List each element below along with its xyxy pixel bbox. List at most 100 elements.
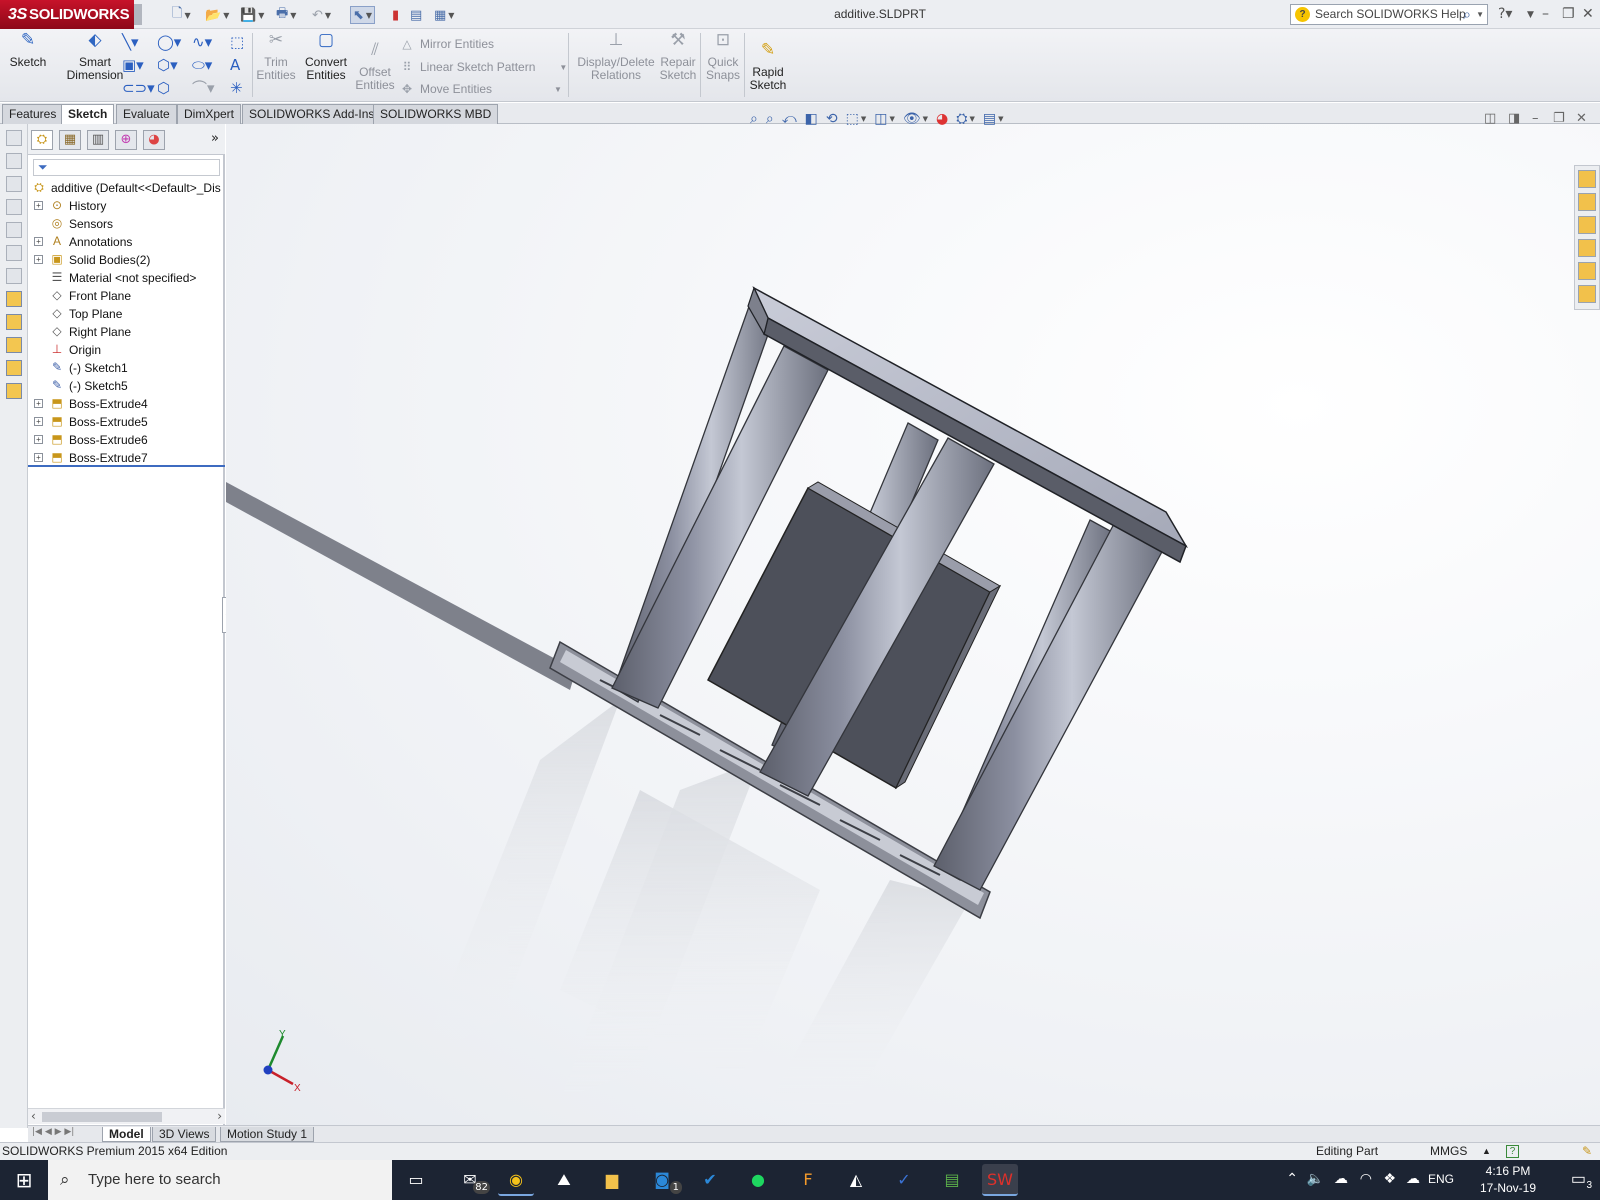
- viewport-tile-icon[interactable]: ◫: [1484, 111, 1496, 126]
- section-view-icon[interactable]: ◧: [805, 111, 818, 127]
- repair-sketch-button[interactable]: ⚒ Repair Sketch: [658, 31, 698, 82]
- app-icon[interactable]: ✓: [886, 1164, 922, 1196]
- chrome-icon[interactable]: ◉: [498, 1164, 534, 1196]
- tab-evaluate[interactable]: Evaluate: [116, 104, 177, 124]
- tree-root-part[interactable]: ⛭ additive (Default<<Default>_Dis: [28, 179, 225, 197]
- spotify-icon[interactable]: ●: [740, 1164, 776, 1196]
- chevron-down-icon[interactable]: ▼: [969, 115, 974, 123]
- tab-3d-views[interactable]: 3D Views: [152, 1127, 217, 1142]
- expand-icon[interactable]: +: [34, 237, 43, 246]
- expand-icon[interactable]: +: [34, 399, 43, 408]
- undo-icon[interactable]: ↶ ▼: [312, 6, 331, 24]
- tree-item[interactable]: + A Annotations: [28, 233, 225, 251]
- model-view[interactable]: Y X: [226, 124, 1600, 1128]
- linear-sketch-pattern-button[interactable]: ⠿ Linear Sketch Pattern ▼: [400, 60, 568, 74]
- taskbar-search-input[interactable]: ⌕ Type here to search: [48, 1160, 392, 1200]
- new-document-icon[interactable]: 🗋 ▼: [172, 6, 191, 24]
- view-icon[interactable]: [5, 153, 22, 169]
- scroll-right-icon[interactable]: ›: [217, 1109, 222, 1123]
- view-icon[interactable]: [5, 222, 22, 238]
- mail-icon[interactable]: ✉ 82: [452, 1164, 490, 1196]
- close-icon[interactable]: ✕: [1582, 6, 1594, 22]
- relations-icon[interactable]: [5, 337, 22, 353]
- expand-icon[interactable]: +: [34, 417, 43, 426]
- rapid-sketch-button[interactable]: ✎ Rapid Sketch: [748, 41, 788, 92]
- move-entities-button[interactable]: ✥ Move Entities ▼: [400, 82, 562, 96]
- chart-app-icon[interactable]: ▤: [934, 1164, 970, 1196]
- restore-icon[interactable]: ❐: [1562, 6, 1575, 22]
- sketch-button[interactable]: ✎ Sketch: [8, 31, 48, 69]
- chevron-up-icon[interactable]: ⌃: [1286, 1170, 1298, 1187]
- rebuild-status-icon[interactable]: ✎: [1582, 1143, 1592, 1160]
- tree-item[interactable]: + ⬒ Boss-Extrude6: [28, 431, 225, 449]
- display-manager-tab-icon[interactable]: ◕: [143, 130, 165, 150]
- rollback-bar[interactable]: [28, 465, 225, 467]
- polygon-icon[interactable]: ⬡▾: [157, 56, 178, 74]
- photos-icon[interactable]: ⛰: [546, 1164, 582, 1196]
- chevron-down-icon[interactable]: ▼: [1476, 5, 1484, 24]
- rebuild-icon[interactable]: ▮: [392, 6, 399, 24]
- onedrive-icon[interactable]: ☁: [1406, 1170, 1420, 1187]
- help-icon[interactable]: ?▾: [1498, 6, 1512, 22]
- solidworks-resources-icon[interactable]: [1578, 170, 1596, 188]
- property-manager-tab-icon[interactable]: ▦: [59, 130, 81, 150]
- notifications-icon[interactable]: ▭: [1571, 1169, 1586, 1189]
- file-properties-icon[interactable]: ▤: [410, 6, 422, 24]
- expand-icon[interactable]: +: [34, 201, 43, 210]
- rectangle-icon[interactable]: ▣▾: [122, 56, 144, 74]
- spline-icon[interactable]: ∿▾: [192, 33, 212, 51]
- save-icon[interactable]: 💾 ▼: [240, 6, 264, 24]
- cloud-icon[interactable]: ☁: [1334, 1170, 1348, 1187]
- tree-item[interactable]: ✎ (-) Sketch5: [28, 377, 225, 395]
- tree-item[interactable]: ✎ (-) Sketch1: [28, 359, 225, 377]
- inkscape-icon[interactable]: ◭: [838, 1164, 874, 1196]
- ellipse-icon[interactable]: ⬭▾: [192, 56, 212, 74]
- viewport-close-icon[interactable]: ✕: [1576, 111, 1587, 126]
- volume-icon[interactable]: 🔈: [1307, 1170, 1324, 1187]
- display-style-icon[interactable]: ◫: [874, 111, 887, 127]
- file-explorer-icon[interactable]: [1578, 216, 1596, 234]
- dynamic-annotation-icon[interactable]: ⟲: [826, 111, 838, 127]
- tree-item[interactable]: + ▣ Solid Bodies(2): [28, 251, 225, 269]
- panel-horizontal-scrollbar[interactable]: ‹ ›: [28, 1108, 225, 1124]
- tree-item[interactable]: ☰ Material <not specified>: [28, 269, 225, 287]
- configuration-manager-tab-icon[interactable]: ▥: [87, 130, 109, 150]
- tab-solidworks-mbd[interactable]: SOLIDWORKS MBD: [373, 104, 499, 124]
- edit-appearance-icon[interactable]: ◕: [936, 111, 948, 127]
- chevron-up-icon[interactable]: ▲: [1482, 1143, 1491, 1160]
- tab-scroll-icon[interactable]: |◀ ◀ ▶ ▶|: [32, 1127, 74, 1137]
- view-icon[interactable]: [5, 199, 22, 215]
- apply-scene-icon[interactable]: ⛭: [956, 111, 967, 127]
- chevron-down-icon[interactable]: ▼: [861, 115, 866, 123]
- open-document-icon[interactable]: 📂 ▼: [205, 6, 229, 24]
- tree-filter-input[interactable]: ⏷: [33, 159, 220, 176]
- scroll-thumb[interactable]: [42, 1112, 162, 1122]
- chevron-down-icon[interactable]: ▼: [889, 115, 894, 123]
- tab-motion-study[interactable]: Motion Study 1: [220, 1127, 315, 1142]
- windows-start-icon[interactable]: ⊞: [0, 1160, 48, 1200]
- offset-entities-button[interactable]: ⫽ Offset Entities: [354, 41, 396, 92]
- tab-features[interactable]: Features: [2, 104, 64, 124]
- options-icon[interactable]: ▦ ▼: [434, 6, 454, 24]
- construction-icon[interactable]: ⬚: [230, 33, 244, 51]
- custom-properties-icon[interactable]: [1578, 285, 1596, 303]
- display-delete-relations-button[interactable]: ⊥ Display/Delete Relations: [574, 31, 658, 82]
- tree-item[interactable]: ◇ Front Plane: [28, 287, 225, 305]
- point-snap-icon[interactable]: ✳: [230, 79, 243, 97]
- view-icon[interactable]: [5, 245, 22, 261]
- sketch-icon[interactable]: [5, 291, 22, 307]
- point-icon[interactable]: ⬡: [157, 79, 170, 97]
- todo-icon[interactable]: ✔: [692, 1164, 728, 1196]
- language-indicator[interactable]: ENG: [1428, 1172, 1454, 1186]
- view-icon[interactable]: [5, 268, 22, 284]
- expand-icon[interactable]: +: [34, 435, 43, 444]
- help-search-input[interactable]: ? Search SOLIDWORKS Help ⌕ ▼: [1290, 4, 1488, 25]
- viewport-split-icon[interactable]: ◨: [1508, 111, 1520, 126]
- quick-snaps-button[interactable]: ⊡ Quick Snaps: [704, 31, 742, 82]
- menu-expand-arrow[interactable]: [134, 4, 142, 25]
- clock[interactable]: 4:16 PM 17-Nov-19: [1468, 1163, 1548, 1197]
- extrude-icon[interactable]: [5, 360, 22, 376]
- smart-dimension-button[interactable]: ⬖ Smart Dimension: [60, 31, 130, 82]
- view-icon[interactable]: [5, 176, 22, 192]
- search-icon[interactable]: ⌕: [1463, 5, 1471, 24]
